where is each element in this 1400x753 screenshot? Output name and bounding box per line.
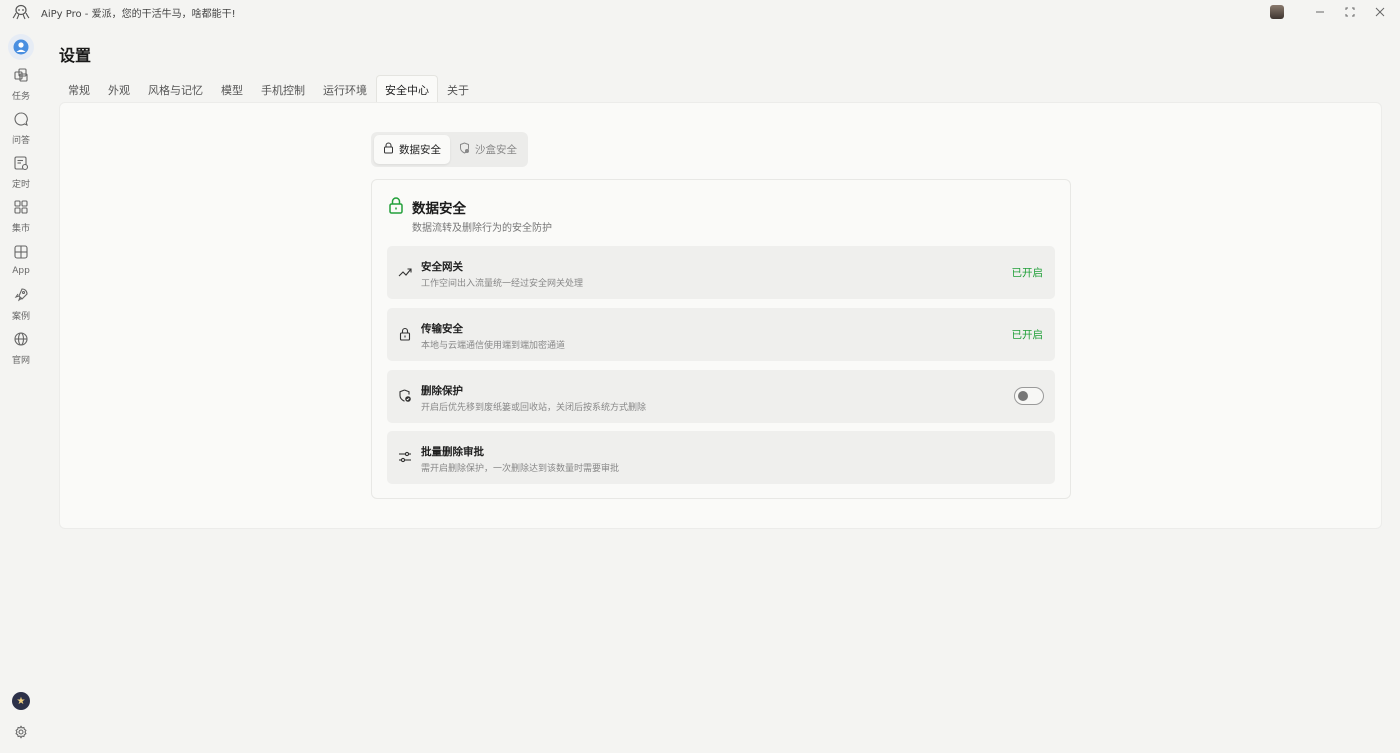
sidebar-item-label: 官网: [11, 355, 30, 366]
sidebar-item-label: 问答: [11, 135, 30, 146]
row-title: 批量删除审批: [421, 446, 484, 458]
sidebar-item-app[interactable]: App: [0, 238, 42, 282]
tab-phone-control[interactable]: 手机控制: [252, 75, 314, 103]
row-title: 安全网关: [421, 261, 463, 273]
row-description: 工作空间出入流量统一经过安全网关处理: [421, 279, 584, 289]
data-security-card: 数据安全 数据流转及删除行为的安全防护 安全网关 工作空间出入流量统一经过安全网…: [371, 179, 1071, 499]
app-title: AiPy Pro - 爱派，您的干活牛马，啥都能干!: [41, 8, 236, 20]
sidebar-item-market[interactable]: 集市: [0, 194, 42, 238]
close-icon[interactable]: [1374, 6, 1386, 18]
setting-row-batch-delete-approval: 批量删除审批 需开启删除保护，一次删除达到该数量时需要审批: [387, 431, 1055, 484]
setting-row-delete-protection: 删除保护 开启后优先移到废纸篓或回收站，关闭后按系统方式删除: [387, 370, 1055, 423]
maximize-icon[interactable]: [1344, 6, 1356, 18]
tab-model[interactable]: 模型: [212, 75, 252, 103]
row-title: 传输安全: [421, 323, 463, 335]
apps-grid-icon: [13, 244, 29, 264]
globe-icon: [13, 331, 29, 351]
sidebar-item-label: 案例: [11, 311, 30, 322]
sidebar-item-website[interactable]: 官网: [0, 326, 42, 370]
profile-avatar[interactable]: [8, 34, 34, 60]
security-segment-control: 数据安全 沙盒安全: [371, 132, 528, 167]
star-badge-icon[interactable]: ★: [12, 692, 30, 710]
schedule-icon: [13, 155, 29, 175]
gear-icon[interactable]: [14, 724, 28, 743]
setting-row-security-gateway: 安全网关 工作空间出入流量统一经过安全网关处理 已开启: [387, 246, 1055, 299]
sidebar-item-label: 定时: [11, 179, 30, 190]
tab-general[interactable]: 常规: [59, 75, 99, 103]
minimize-icon[interactable]: [1314, 6, 1326, 18]
card-title: 数据安全: [412, 201, 466, 217]
cubes-icon: [13, 67, 29, 87]
tab-about[interactable]: 关于: [438, 75, 478, 103]
chat-bubble-icon: [13, 111, 29, 131]
status-badge: 已开启: [1011, 267, 1044, 279]
title-bar: AiPy Pro - 爱派，您的干活牛马，啥都能干!: [0, 0, 1400, 24]
sidebar-item-cases[interactable]: 案例: [0, 282, 42, 326]
sidebar-item-label: 任务: [11, 91, 30, 102]
octopus-logo-icon: [11, 2, 31, 22]
tab-security-center[interactable]: 安全中心: [376, 75, 438, 103]
segment-sandbox-security[interactable]: 沙盒安全: [450, 135, 526, 164]
segment-label: 沙盒安全: [475, 144, 517, 156]
tab-style-memory[interactable]: 风格与记忆: [139, 75, 212, 103]
sidebar-item-qa[interactable]: 问答: [0, 106, 42, 150]
lock-icon: [398, 327, 412, 341]
segment-data-security[interactable]: 数据安全: [374, 135, 450, 164]
sidebar-item-label: App: [12, 266, 30, 276]
tab-runtime[interactable]: 运行环境: [314, 75, 376, 103]
page-title: 设置: [59, 46, 92, 65]
row-description: 开启后优先移到废纸篓或回收站，关闭后按系统方式删除: [421, 403, 647, 413]
setting-row-transport-security: 传输安全 本地与云端通信使用端到端加密通道 已开启: [387, 308, 1055, 361]
sidebar-item-tasks[interactable]: 任务: [0, 62, 42, 106]
delete-protection-toggle[interactable]: [1014, 387, 1044, 405]
status-badge: 已开启: [1011, 329, 1044, 341]
segment-label: 数据安全: [399, 144, 441, 156]
sidebar-item-label: 集市: [11, 223, 30, 234]
trending-up-icon: [398, 265, 412, 279]
left-sidebar: 任务 问答 定时 集市 App 案例 官网 ★: [0, 24, 42, 753]
lock-icon: [388, 196, 404, 214]
row-title: 删除保护: [421, 385, 463, 397]
card-description: 数据流转及删除行为的安全防护: [412, 223, 552, 234]
sliders-icon: [398, 450, 412, 464]
settings-tabs: 常规 外观 风格与记忆 模型 手机控制 运行环境 安全中心 关于: [59, 75, 478, 103]
lock-icon: [383, 142, 394, 157]
row-description: 本地与云端通信使用端到端加密通道: [421, 341, 566, 351]
sidebar-item-schedule[interactable]: 定时: [0, 150, 42, 194]
tab-appearance[interactable]: 外观: [99, 75, 139, 103]
shield-check-icon: [398, 389, 412, 403]
grid-shop-icon: [13, 199, 29, 219]
toggle-knob: [1018, 391, 1028, 401]
rocket-icon: [13, 287, 29, 307]
shield-check-icon: [459, 142, 470, 157]
user-avatar[interactable]: [1270, 5, 1284, 19]
row-description: 需开启删除保护，一次删除达到该数量时需要审批: [421, 464, 620, 474]
